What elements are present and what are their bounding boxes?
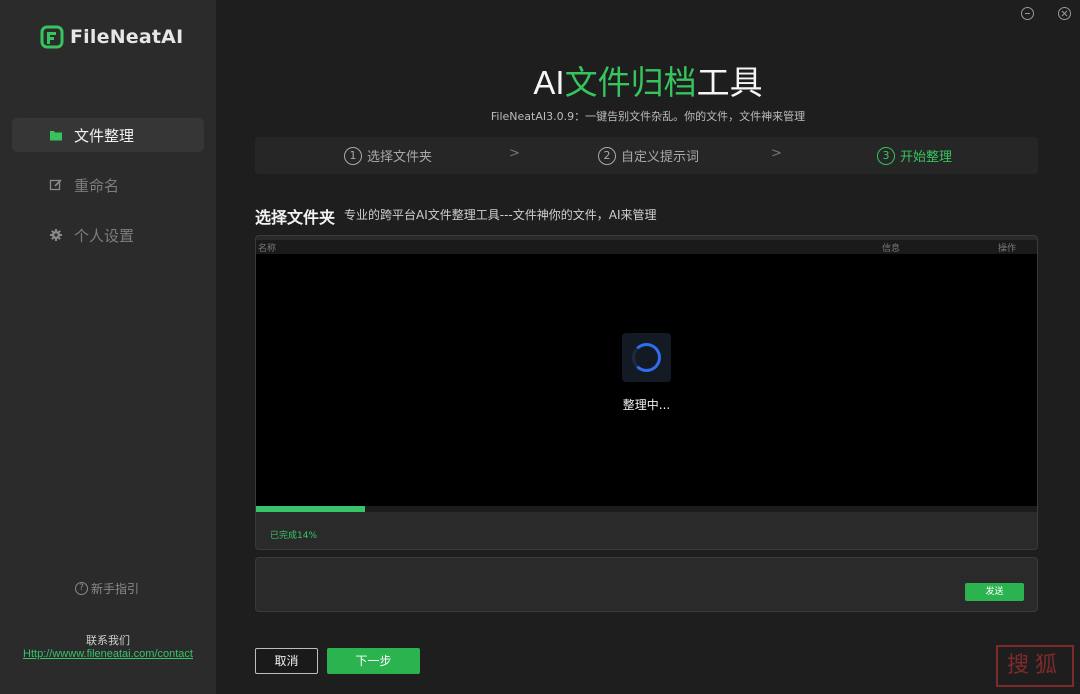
page-subtitle: FileNeatAI3.0.9：一键告别文件杂乱。你的文件，文件神来管理: [490, 110, 806, 123]
edit-icon: [49, 179, 62, 191]
prompt-input[interactable]: 发送: [255, 557, 1038, 612]
chevron-right-icon: >: [509, 146, 520, 161]
step-number: 1: [344, 146, 362, 165]
table-body: 整理中...: [256, 254, 1037, 506]
guide-link[interactable]: ? 新手指引: [75, 580, 139, 597]
sidebar-item-label: 个人设置: [74, 226, 135, 245]
progress-fill: [256, 506, 366, 512]
step-label: 自定义提示词: [621, 150, 700, 165]
sidebar: FileNeatAI 文件整理 重命名 个人设置 ? 新手指引 联系我们 Htt…: [0, 0, 216, 694]
contact-link[interactable]: Http://wwww.fileneatai.com/contact: [0, 648, 216, 660]
guide-label: 新手指引: [91, 582, 140, 596]
send-button[interactable]: 发送: [965, 583, 1024, 601]
chevron-right-icon: >: [771, 146, 782, 161]
column-action: 操作: [998, 244, 1017, 254]
progress-label: 已完成14%: [270, 531, 318, 541]
column-info: 信息: [882, 244, 901, 254]
app-logo: FileNeatAI: [40, 24, 183, 50]
step-label: 开始整理: [900, 150, 953, 165]
sidebar-item-rename[interactable]: 重命名: [12, 168, 204, 202]
contact-label: 联系我们: [86, 634, 130, 647]
spinner-icon: [632, 343, 661, 372]
folder-icon: [50, 131, 62, 141]
column-name: 名称: [258, 244, 277, 254]
section-description: 专业的跨平台AI文件整理工具---文件神你的文件，AI来管理: [344, 208, 657, 222]
loading-text: 整理中...: [622, 398, 671, 412]
file-panel: 名称 信息 操作 整理中... 已完成14%: [255, 235, 1038, 550]
cancel-button[interactable]: 取消: [255, 648, 318, 674]
progress-bar: [256, 506, 1037, 512]
watermark-seal: 搜狐: [996, 645, 1074, 687]
step-number: 3: [877, 146, 895, 165]
gear-icon: [50, 229, 62, 241]
section-title: 选择文件夹: [255, 208, 336, 227]
close-icon[interactable]: [1058, 7, 1071, 20]
sidebar-item-settings[interactable]: 个人设置: [12, 218, 204, 252]
help-icon: ?: [75, 582, 88, 595]
steps-bar: 1 选择文件夹 > 2 自定义提示词 > 3 开始整理: [255, 137, 1038, 174]
step-start-organize[interactable]: 3 开始整理: [877, 146, 952, 165]
title-suffix: 工具: [696, 64, 763, 101]
logo-text: FileNeatAI: [70, 26, 184, 48]
loading-spinner: [622, 333, 671, 382]
table-header: 名称 信息 操作: [256, 240, 1037, 254]
sidebar-item-file-organize[interactable]: 文件整理: [12, 118, 204, 152]
title-prefix: AI: [533, 64, 565, 101]
step-label: 选择文件夹: [367, 150, 433, 165]
step-select-folder[interactable]: 1 选择文件夹: [344, 146, 432, 165]
minimize-icon[interactable]: [1021, 7, 1034, 20]
next-button[interactable]: 下一步: [327, 648, 420, 674]
sidebar-item-label: 文件整理: [74, 126, 135, 145]
step-number: 2: [598, 146, 616, 165]
step-custom-prompt[interactable]: 2 自定义提示词: [598, 146, 699, 165]
sidebar-nav: 文件整理 重命名 个人设置: [12, 118, 204, 268]
logo-icon: [40, 25, 64, 49]
page-title: AI文件归档工具: [216, 56, 1080, 104]
title-accent: 文件归档: [564, 64, 697, 101]
sidebar-item-label: 重命名: [74, 176, 120, 195]
